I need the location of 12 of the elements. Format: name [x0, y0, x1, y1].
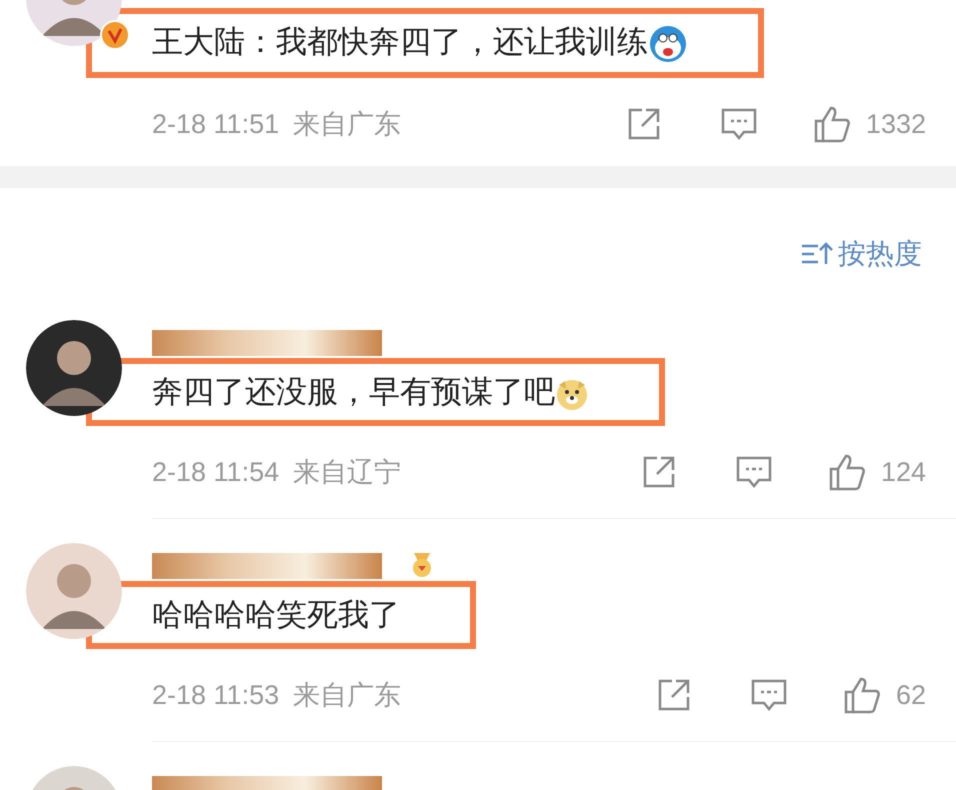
avatar[interactable]: [26, 320, 122, 416]
like-button[interactable]: 1332: [812, 104, 926, 144]
comment-time: 2-18 11:53: [152, 678, 280, 712]
sort-button[interactable]: 按热度: [800, 240, 922, 268]
like-button[interactable]: 124: [826, 452, 926, 492]
comment-location: 来自广东: [293, 678, 402, 712]
like-button[interactable]: 62: [842, 674, 926, 716]
comment-time: 2-18 11:54: [152, 456, 280, 489]
comment-time: 2-18 11:51: [152, 108, 280, 141]
comment-location: 来自辽宁: [293, 456, 402, 489]
comment-location: 来自广东: [293, 108, 402, 141]
comment-text: 王大陆：我都快奔四了，还让我训练: [86, 8, 764, 78]
